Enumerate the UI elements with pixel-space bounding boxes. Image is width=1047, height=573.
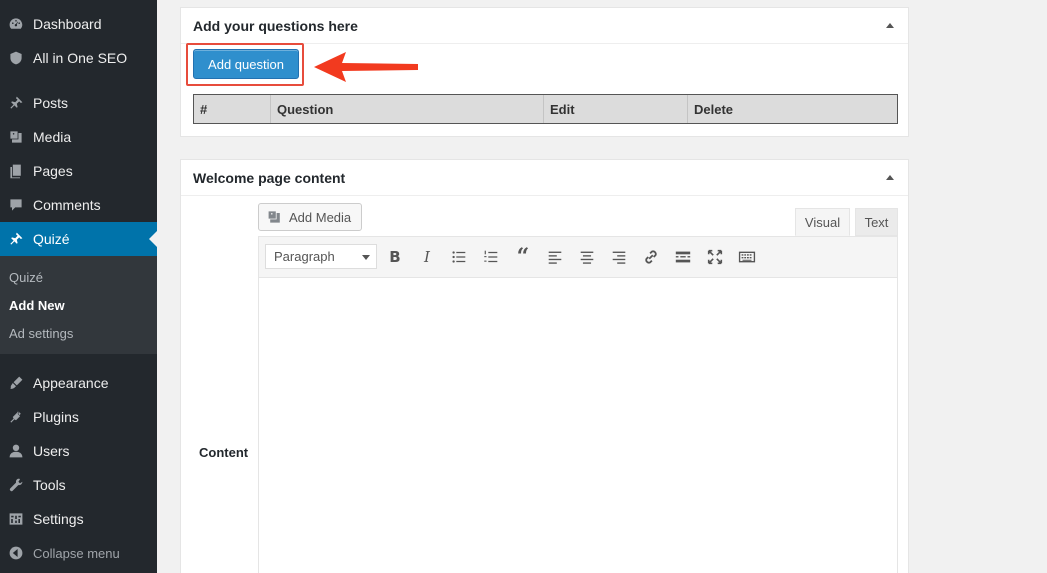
read-more-icon[interactable] bbox=[671, 245, 695, 269]
bullet-list-icon[interactable] bbox=[447, 245, 471, 269]
col-delete: Delete bbox=[694, 101, 734, 117]
menu-label: Media bbox=[33, 129, 72, 145]
dashboard-icon bbox=[6, 14, 26, 34]
panel-header: Welcome page content bbox=[181, 160, 908, 196]
panel-header: Add your questions here bbox=[181, 8, 908, 44]
media-icon bbox=[6, 127, 26, 147]
menu-plugins[interactable]: Plugins bbox=[0, 400, 157, 434]
toggle-arrow-icon[interactable] bbox=[886, 23, 894, 28]
chevron-down-icon bbox=[362, 255, 370, 260]
menu-label: Appearance bbox=[33, 375, 109, 391]
pin-icon bbox=[6, 229, 26, 249]
submenu-quize[interactable]: Quizé bbox=[9, 270, 43, 285]
menu-label: Users bbox=[33, 443, 70, 459]
menu-label: Plugins bbox=[33, 409, 79, 425]
editor-toolbar: Paragraph B I “ bbox=[259, 237, 897, 278]
col-number: # bbox=[194, 95, 271, 123]
pin-icon bbox=[6, 93, 26, 113]
collapse-icon bbox=[6, 543, 26, 563]
comment-icon bbox=[6, 195, 26, 215]
align-left-icon[interactable] bbox=[543, 245, 567, 269]
quize-submenu: Quizé Add New Ad settings bbox=[0, 256, 157, 354]
tab-text[interactable]: Text bbox=[855, 208, 898, 236]
align-right-icon[interactable] bbox=[607, 245, 631, 269]
menu-label: Comments bbox=[33, 197, 101, 213]
format-select[interactable]: Paragraph bbox=[265, 244, 377, 269]
menu-tools[interactable]: Tools bbox=[0, 468, 157, 502]
menu-media[interactable]: Media bbox=[0, 120, 157, 154]
media-icon bbox=[268, 211, 280, 223]
submenu-ad-settings[interactable]: Ad settings bbox=[9, 326, 73, 341]
numbered-list-icon[interactable] bbox=[479, 245, 503, 269]
menu-settings[interactable]: Settings bbox=[0, 502, 157, 536]
menu-label: Posts bbox=[33, 95, 69, 111]
editor-content-area[interactable] bbox=[259, 278, 897, 573]
pages-icon bbox=[6, 161, 26, 181]
content-editor: Paragraph B I “ bbox=[258, 236, 898, 573]
blockquote-icon[interactable]: “ bbox=[511, 244, 535, 270]
menu-appearance[interactable]: Appearance bbox=[0, 366, 157, 400]
menu-label: Pages bbox=[33, 163, 73, 179]
active-indicator bbox=[149, 231, 157, 247]
submenu-add-new[interactable]: Add New bbox=[9, 298, 65, 313]
col-edit: Edit bbox=[544, 95, 688, 123]
menu-comments[interactable]: Comments bbox=[0, 188, 157, 222]
settings-icon bbox=[6, 509, 26, 529]
add-media-label: Add Media bbox=[289, 209, 352, 225]
menu-all-in-one-seo[interactable]: All in One SEO bbox=[0, 41, 157, 75]
annotation-arrow-icon bbox=[314, 52, 418, 82]
bold-icon[interactable]: B bbox=[383, 245, 407, 269]
format-value: Paragraph bbox=[274, 249, 335, 264]
keyboard-icon[interactable] bbox=[735, 245, 759, 269]
plug-icon bbox=[6, 407, 26, 427]
collapse-label: Collapse menu bbox=[33, 545, 120, 561]
menu-label: Quizé bbox=[33, 231, 70, 247]
menu-label: Settings bbox=[33, 511, 84, 527]
menu-quize[interactable]: Quizé bbox=[0, 222, 157, 256]
wrench-icon bbox=[6, 475, 26, 495]
menu-label: All in One SEO bbox=[33, 50, 128, 66]
brush-icon bbox=[6, 373, 26, 393]
questions-table-header: # Question Edit Delete bbox=[193, 94, 898, 124]
col-question: Question bbox=[271, 95, 544, 123]
panel-title: Add your questions here bbox=[193, 17, 358, 34]
menu-label: Tools bbox=[33, 477, 66, 493]
italic-icon[interactable]: I bbox=[415, 245, 439, 269]
panel-title: Welcome page content bbox=[193, 169, 346, 186]
fullscreen-icon[interactable] bbox=[703, 245, 727, 269]
add-question-button[interactable]: Add question bbox=[193, 49, 299, 79]
collapse-menu[interactable]: Collapse menu bbox=[0, 536, 157, 570]
menu-pages[interactable]: Pages bbox=[0, 154, 157, 188]
content-label: Content bbox=[199, 445, 249, 460]
menu-dashboard[interactable]: Dashboard bbox=[0, 7, 157, 41]
toggle-arrow-icon[interactable] bbox=[886, 175, 894, 180]
menu-users[interactable]: Users bbox=[0, 434, 157, 468]
align-center-icon[interactable] bbox=[575, 245, 599, 269]
menu-label: Dashboard bbox=[33, 16, 102, 32]
menu-posts[interactable]: Posts bbox=[0, 86, 157, 120]
tab-visual[interactable]: Visual bbox=[795, 208, 850, 236]
shield-icon bbox=[6, 48, 26, 68]
welcome-panel: Welcome page content Content Add Media V… bbox=[180, 159, 909, 573]
admin-sidebar: Dashboard All in One SEO Posts Media Pag… bbox=[0, 0, 157, 573]
add-media-button[interactable]: Add Media bbox=[258, 203, 362, 231]
link-icon[interactable] bbox=[639, 245, 663, 269]
questions-panel: Add your questions here Add question # Q… bbox=[180, 7, 909, 137]
user-icon bbox=[6, 441, 26, 461]
